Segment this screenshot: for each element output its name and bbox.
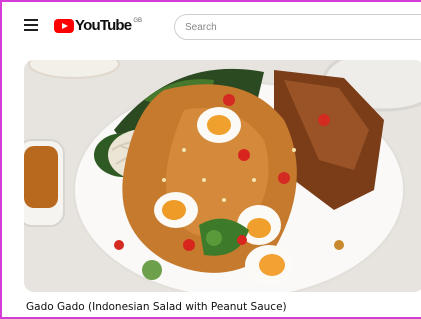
hamburger-menu-icon[interactable] — [24, 18, 42, 34]
search-input[interactable] — [174, 14, 421, 40]
video-thumbnail[interactable] — [24, 60, 421, 292]
youtube-play-icon — [54, 19, 74, 33]
video-title[interactable]: Gado Gado (Indonesian Salad with Peanut … — [26, 301, 287, 313]
masthead: YouTube GB — [0, 0, 421, 54]
logo-text: YouTube — [75, 17, 132, 34]
gado-gado-salad-image — [24, 60, 421, 292]
logo-region-code: GB — [133, 18, 143, 24]
youtube-logo[interactable]: YouTube GB — [54, 16, 142, 36]
